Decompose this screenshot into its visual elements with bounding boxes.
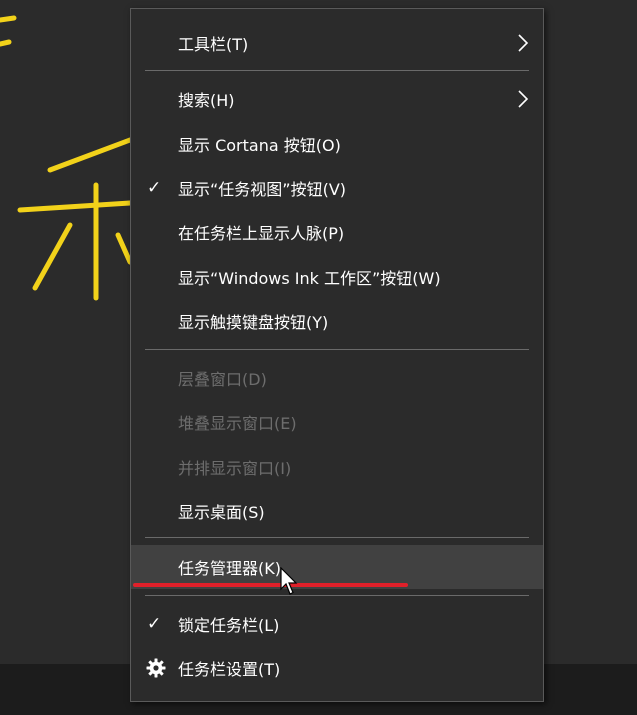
menu-item-label: 并排显示窗口(I) [178, 459, 292, 478]
menu-item-show-cortana[interactable]: 显示 Cortana 按钮(O) [131, 122, 543, 166]
menu-item-label: 搜索(H) [178, 91, 235, 110]
menu-item-taskbar-settings[interactable]: 任务栏设置(T) [131, 646, 543, 690]
menu-item-show-touch-keyboard[interactable]: 显示触摸键盘按钮(Y) [131, 299, 543, 343]
menu-item-toolbars[interactable]: 工具栏(T) [131, 21, 543, 65]
red-underline-annotation [133, 583, 408, 587]
menu-item-label: 显示触摸键盘按钮(Y) [178, 313, 329, 332]
taskbar-context-menu: 工具栏(T) 搜索(H) 显示 Cortana 按钮(O) ✓ 显示“任务视图”… [130, 8, 544, 702]
menu-item-label: 显示 Cortana 按钮(O) [178, 136, 341, 155]
mouse-cursor-icon [280, 567, 298, 595]
menu-item-show-windows-ink[interactable]: 显示“Windows Ink 工作区”按钮(W) [131, 255, 543, 299]
menu-separator [145, 349, 529, 350]
menu-item-label: 在任务栏上显示人脉(P) [178, 224, 345, 243]
checkmark-icon: ✓ [147, 178, 162, 198]
checkmark-icon: ✓ [147, 614, 162, 634]
menu-item-stack-windows: 堆叠显示窗口(E) [131, 400, 543, 444]
menu-item-cascade-windows: 层叠窗口(D) [131, 356, 543, 400]
menu-item-label: 工具栏(T) [178, 35, 249, 54]
chevron-right-icon [518, 34, 529, 52]
menu-item-show-desktop[interactable]: 显示桌面(S) [131, 489, 543, 533]
menu-item-search[interactable]: 搜索(H) [131, 77, 543, 121]
menu-item-show-task-view[interactable]: ✓ 显示“任务视图”按钮(V) [131, 166, 543, 210]
menu-item-label: 任务栏设置(T) [178, 660, 281, 679]
menu-separator [145, 595, 529, 596]
menu-item-label: 显示“Windows Ink 工作区”按钮(W) [178, 269, 441, 288]
gear-icon [146, 658, 166, 678]
menu-item-label: 显示“任务视图”按钮(V) [178, 180, 347, 199]
menu-separator [145, 70, 529, 71]
desktop-background: 工具栏(T) 搜索(H) 显示 Cortana 按钮(O) ✓ 显示“任务视图”… [0, 0, 637, 715]
menu-item-label: 层叠窗口(D) [178, 370, 267, 389]
menu-item-show-people[interactable]: 在任务栏上显示人脉(P) [131, 210, 543, 254]
menu-item-label: 显示桌面(S) [178, 503, 265, 522]
menu-item-label: 堆叠显示窗口(E) [178, 414, 297, 433]
menu-item-lock-taskbar[interactable]: ✓ 锁定任务栏(L) [131, 602, 543, 646]
menu-item-side-by-side-windows: 并排显示窗口(I) [131, 445, 543, 489]
menu-item-label: 任务管理器(K) [178, 559, 281, 578]
menu-item-label: 锁定任务栏(L) [178, 616, 280, 635]
chevron-right-icon [518, 90, 529, 108]
menu-separator [145, 537, 529, 538]
